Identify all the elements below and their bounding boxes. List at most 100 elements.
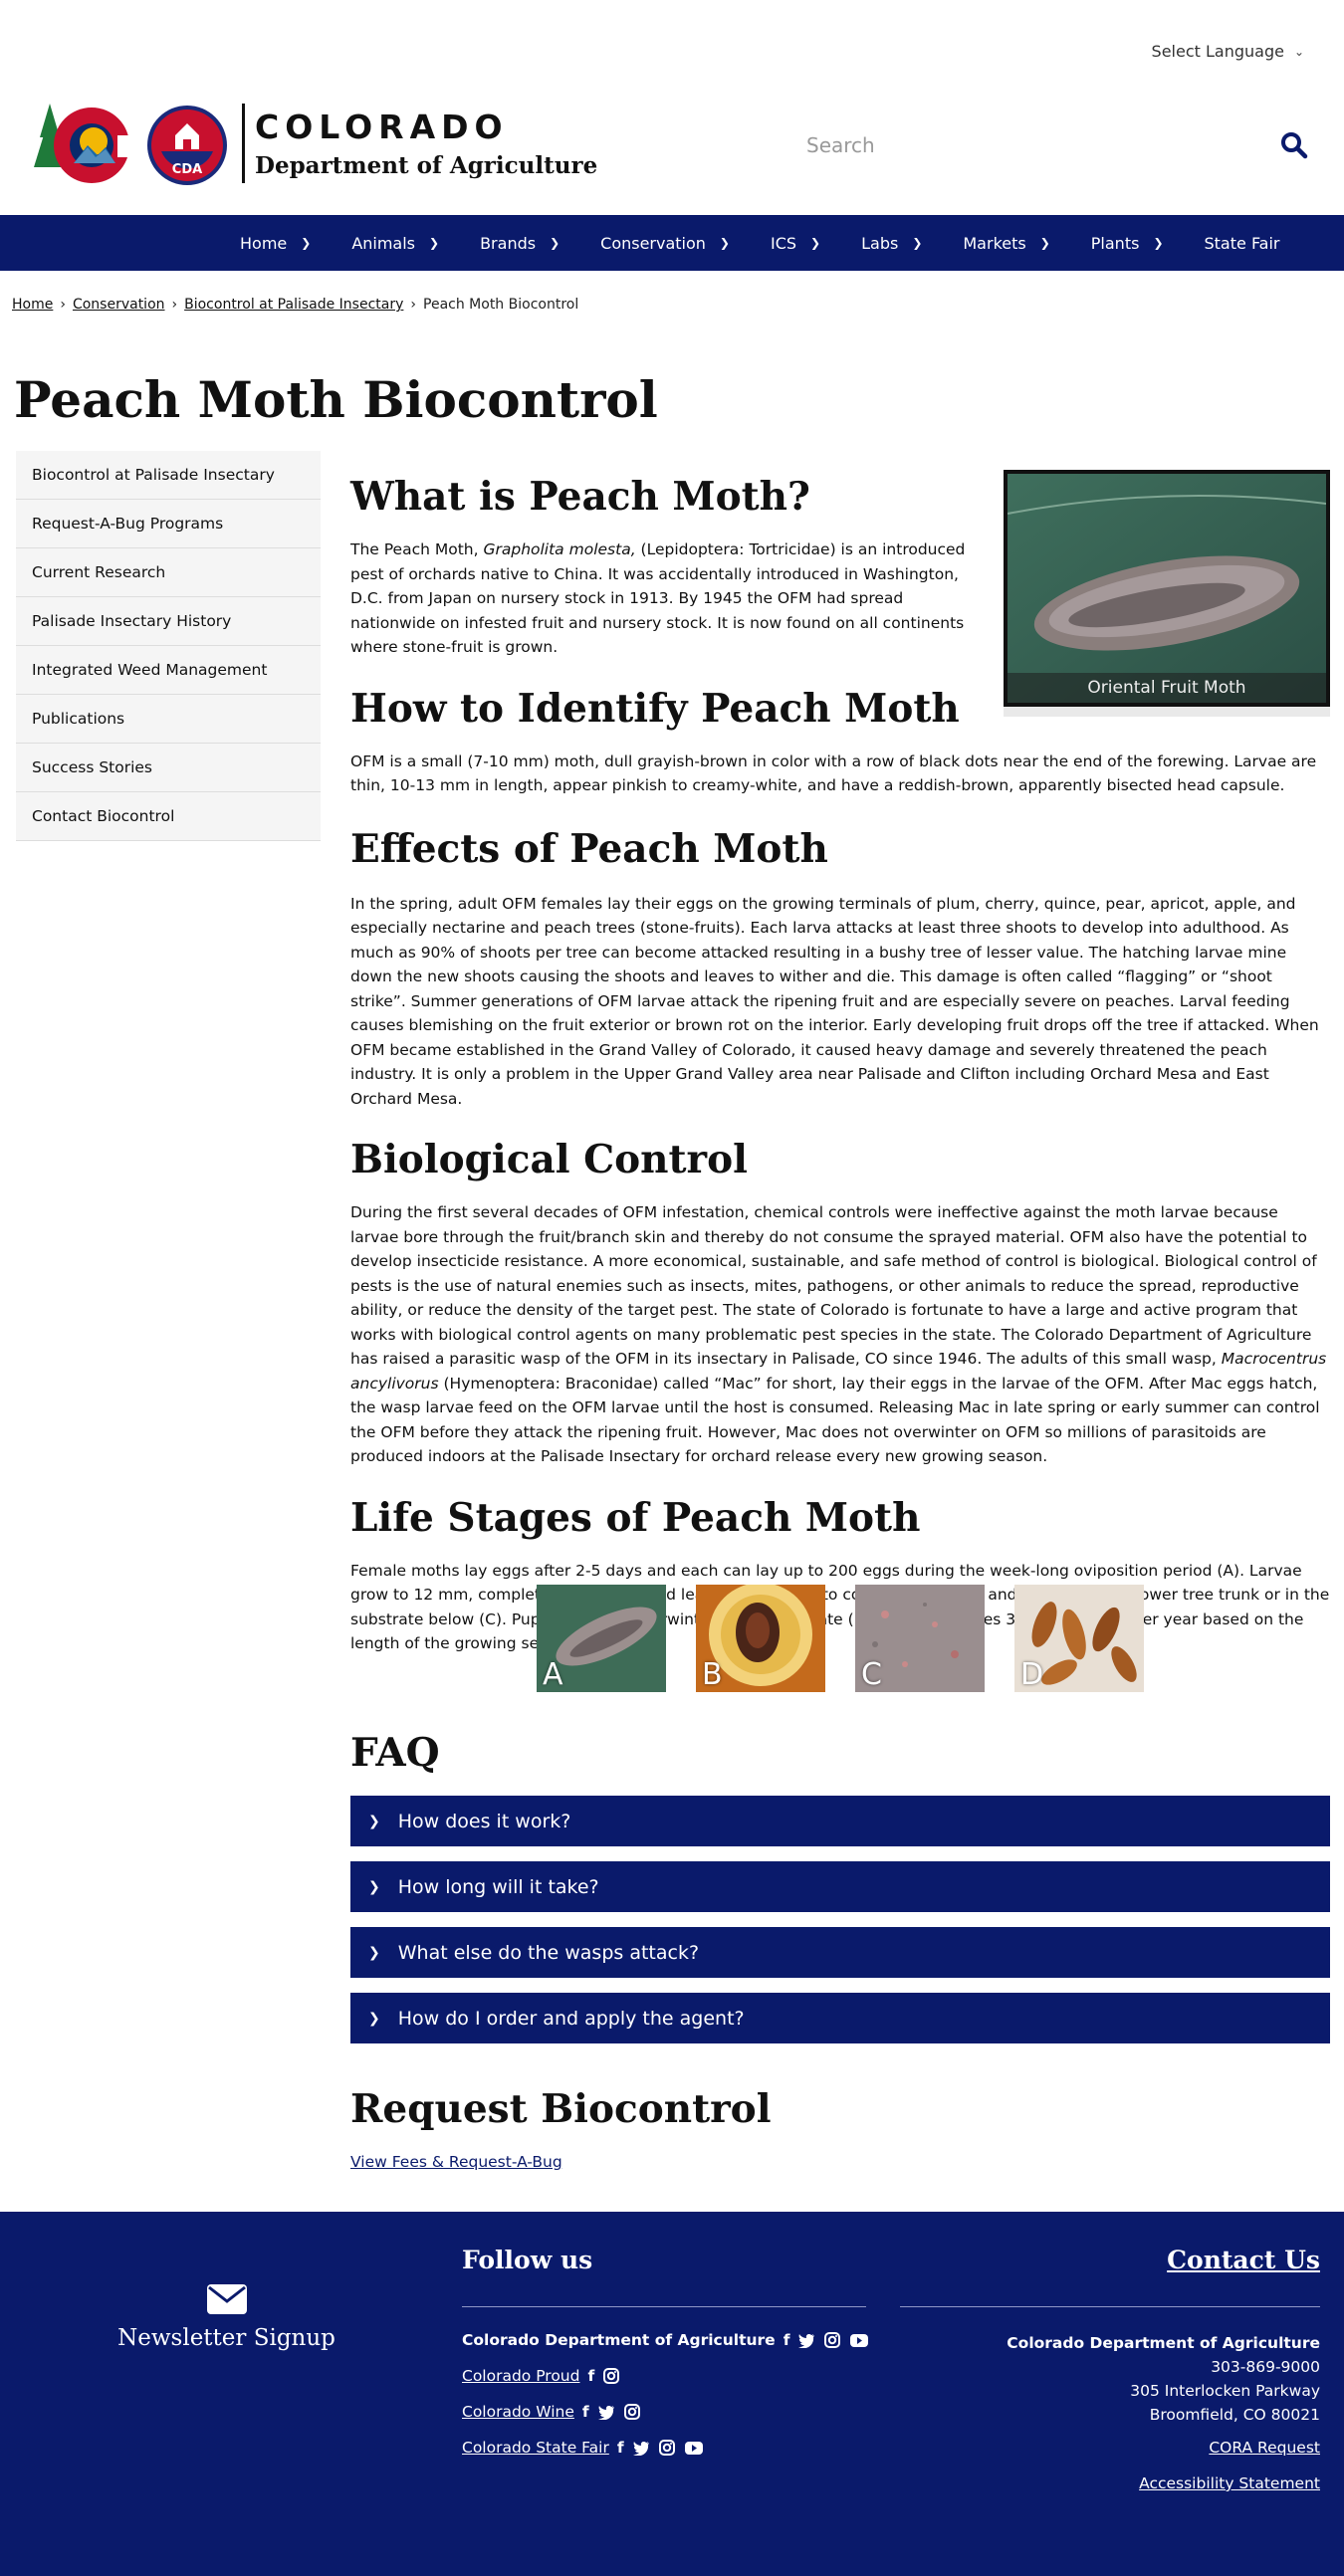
sidebar-item-insectary-history[interactable]: Palisade Insectary History [16, 597, 321, 646]
contact-address-line2: Broomfield, CO 80021 [1149, 2406, 1320, 2424]
facebook-icon[interactable]: f [587, 2367, 594, 2385]
nav-item-label: State Fair [1204, 233, 1280, 253]
facebook-icon[interactable]: f [582, 2403, 589, 2421]
contact-block: Colorado Department of Agriculture 303-8… [1007, 2331, 1320, 2427]
newsletter-signup[interactable]: Newsletter Signup [90, 2283, 363, 2351]
accessibility-link[interactable]: Accessibility Statement [1139, 2474, 1320, 2492]
account-name: Colorado Department of Agriculture [462, 2331, 776, 2349]
stage-image-d: D [1014, 1585, 1144, 1692]
language-select[interactable]: Select Language ⌄ [1152, 42, 1304, 61]
search-bar [796, 125, 1314, 165]
youtube-icon[interactable] [684, 2441, 704, 2456]
nav-item-plants[interactable]: Plants ❯ [1072, 234, 1186, 253]
sidebar-item-biocontrol-palisade[interactable]: Biocontrol at Palisade Insectary [16, 451, 321, 500]
instagram-icon[interactable] [658, 2439, 676, 2457]
contact-us-link[interactable]: Contact Us [1167, 2246, 1320, 2274]
instagram-icon[interactable] [823, 2331, 841, 2349]
breadcrumb-conservation[interactable]: Conservation [73, 297, 165, 313]
nav-item-ics[interactable]: ICS ❯ [752, 234, 842, 253]
site-logo[interactable]: CDA COLORADO Department of Agriculture [30, 98, 597, 189]
nav-item-animals[interactable]: Animals ❯ [333, 234, 461, 253]
social-row-wine: Colorado Wine f [462, 2403, 641, 2421]
section-text-identify: OFM is a small (7-10 mm) moth, dull gray… [350, 751, 1317, 795]
account-link[interactable]: Colorado Wine [462, 2403, 574, 2421]
social-row-proud: Colorado Proud f [462, 2367, 620, 2385]
follow-heading: Follow us [462, 2246, 593, 2274]
stage-label: D [1020, 1657, 1044, 1692]
twitter-icon[interactable] [797, 2333, 815, 2348]
stage-label: B [702, 1657, 723, 1692]
twitter-icon[interactable] [632, 2441, 650, 2456]
chevron-right-icon: ❯ [810, 236, 821, 250]
sidebar-item-success-stories[interactable]: Success Stories [16, 744, 321, 792]
chevron-down-icon: ⌄ [1293, 44, 1304, 59]
breadcrumb-separator-icon: › [410, 297, 417, 313]
main-content: What is Peach Moth? The Peach Moth, Grap… [350, 468, 1330, 1656]
chevron-right-icon: ❯ [719, 236, 730, 250]
chevron-right-icon: ❯ [1153, 236, 1164, 250]
facebook-icon[interactable]: f [617, 2439, 624, 2457]
nav-item-conservation[interactable]: Conservation ❯ [581, 234, 752, 253]
sidebar-item-current-research[interactable]: Current Research [16, 548, 321, 597]
stage-image-b: B [696, 1583, 825, 1692]
chevron-right-icon: ❯ [550, 236, 560, 250]
breadcrumb-separator-icon: › [171, 297, 178, 313]
contact-phone: 303-869-9000 [1211, 2358, 1320, 2376]
nav-item-label: ICS [770, 233, 797, 253]
nav-item-home[interactable]: Home ❯ [221, 234, 333, 253]
footer-divider [900, 2306, 1320, 2307]
colorado-cda-logo-icon: CDA [34, 104, 227, 185]
species-name: Grapholita molesta, [483, 540, 636, 558]
section-text-life: Female moths lay eggs after 2-5 days and… [350, 1561, 1330, 1653]
instagram-icon[interactable] [602, 2367, 620, 2385]
chevron-right-icon: ❯ [912, 236, 923, 250]
section-heading-effects: Effects of Peach Moth [350, 825, 828, 872]
faq-heading: FAQ [350, 1730, 440, 1776]
chevron-down-icon: ❯ [368, 1878, 380, 1895]
faq-item[interactable]: ❯ What else do the wasps attack? [350, 1927, 1330, 1978]
twitter-icon[interactable] [597, 2405, 615, 2420]
section-heading-life: Life Stages of Peach Moth [350, 1494, 921, 1541]
instagram-icon[interactable] [623, 2403, 641, 2421]
nav-item-labs[interactable]: Labs ❯ [842, 234, 944, 253]
nav-item-label: Home [240, 233, 288, 253]
faq-item[interactable]: ❯ How do I order and apply the agent? [350, 1993, 1330, 2043]
chevron-down-icon: ❯ [368, 1944, 380, 1961]
logo-text: COLORADO Department of Agriculture [255, 107, 597, 179]
logo-badge-text: CDA [172, 162, 202, 177]
language-select-label: Select Language [1151, 42, 1284, 61]
footer-divider [462, 2306, 866, 2307]
faq-item[interactable]: ❯ How does it work? [350, 1796, 1330, 1846]
sidebar-item-publications[interactable]: Publications [16, 695, 321, 744]
nav-item-markets[interactable]: Markets ❯ [944, 234, 1071, 253]
text-fragment: (Hymenoptera: Braconidae) called “Mac” f… [350, 1374, 1320, 1466]
newsletter-label: Newsletter Signup [117, 2325, 336, 2351]
search-icon [1281, 132, 1308, 159]
sidebar-item-weed-management[interactable]: Integrated Weed Management [16, 646, 321, 695]
sidebar-item-contact[interactable]: Contact Biocontrol [16, 792, 321, 841]
site-footer: Newsletter Signup Follow us Colorado Dep… [0, 2212, 1344, 2576]
nav-item-label: Labs [861, 233, 899, 253]
nav-item-state-fair[interactable]: State Fair [1186, 234, 1302, 253]
page-title: Peach Moth Biocontrol [14, 370, 658, 429]
search-input[interactable] [796, 133, 1254, 157]
nav-item-brands[interactable]: Brands ❯ [461, 234, 581, 253]
chevron-right-icon: ❯ [429, 236, 440, 250]
sidebar-item-request-a-bug[interactable]: Request-A-Bug Programs [16, 500, 321, 548]
youtube-icon[interactable] [849, 2333, 869, 2348]
account-link[interactable]: Colorado Proud [462, 2367, 579, 2385]
section-text-effects: In the spring, adult OFM females lay the… [350, 894, 1319, 1108]
request-link[interactable]: View Fees & Request-A-Bug [350, 2153, 562, 2171]
stage-image-c: C [855, 1585, 985, 1692]
search-button[interactable] [1274, 125, 1314, 165]
breadcrumb-home[interactable]: Home [12, 297, 53, 313]
facebook-icon[interactable]: f [784, 2331, 790, 2349]
contact-org: Colorado Department of Agriculture [1007, 2334, 1320, 2352]
section-heading-bio: Biological Control [350, 1137, 748, 1182]
breadcrumb-biocontrol[interactable]: Biocontrol at Palisade Insectary [184, 297, 403, 313]
faq-item[interactable]: ❯ How long will it take? [350, 1861, 1330, 1912]
account-link[interactable]: Colorado State Fair [462, 2439, 609, 2457]
cora-request-link[interactable]: CORA Request [1209, 2439, 1320, 2457]
stage-label: A [543, 1657, 563, 1692]
chevron-down-icon: ❯ [368, 1813, 380, 1829]
